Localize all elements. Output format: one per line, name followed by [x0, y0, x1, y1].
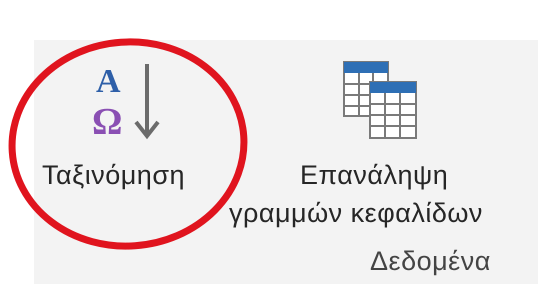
repeat-header-rows-label-line2: γραμμών κεφαλίδων [229, 198, 483, 228]
sort-a-omega-icon: A Ω [92, 63, 160, 142]
sort-button-label: Ταξινόμηση [42, 160, 185, 190]
sort-arrow-icon [134, 64, 160, 140]
front-table-icon [369, 81, 417, 139]
repeat-header-rows-icon [343, 61, 417, 139]
sort-icon-letter-a: A [96, 63, 121, 100]
group-label-data: Δεδομένα [370, 246, 491, 276]
sort-icon-letter-omega: Ω [92, 101, 122, 142]
table-data-group: A Ω Ταξινόμηση Επανάληψη γραμμών κεφαλίδ… [0, 0, 538, 284]
repeat-header-rows-label-line1: Επανάληψη [300, 160, 449, 190]
